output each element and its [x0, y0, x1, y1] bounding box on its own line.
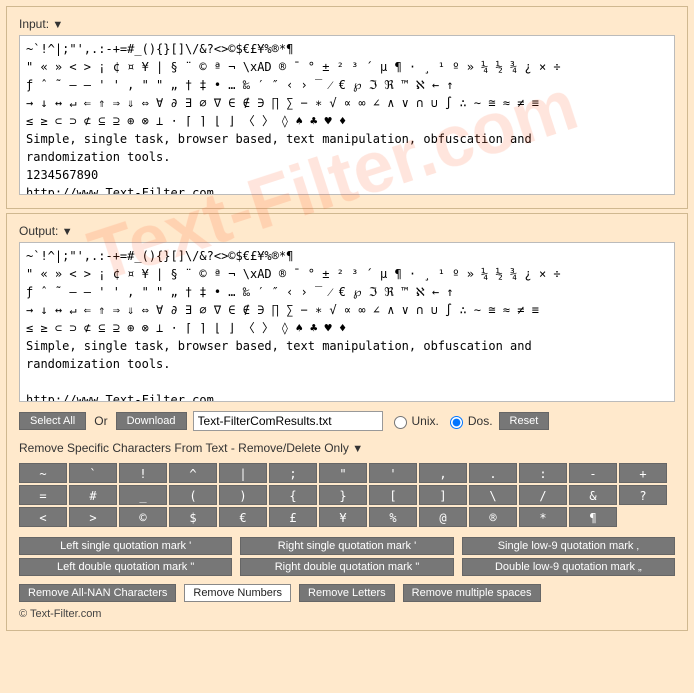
char-button[interactable]: ® [469, 507, 517, 527]
output-textarea[interactable] [19, 242, 675, 402]
char-button[interactable]: ' [369, 463, 417, 483]
footer-copyright: © Text-Filter.com [19, 608, 675, 620]
input-dropdown-icon[interactable]: ▼ [52, 19, 63, 31]
output-panel: Output: ▼ Select All Or Download Unix. D… [6, 213, 688, 631]
dos-radio-label[interactable]: Dos. [445, 413, 493, 429]
char-button[interactable]: | [219, 463, 267, 483]
download-button[interactable]: Download [116, 412, 187, 430]
char-button[interactable]: : [519, 463, 567, 483]
char-button[interactable]: ! [119, 463, 167, 483]
quote-button[interactable]: Left single quotation mark ' [19, 537, 232, 555]
char-button[interactable]: ¥ [319, 507, 367, 527]
filename-input[interactable] [193, 411, 383, 431]
remove-spaces-button[interactable]: Remove multiple spaces [403, 584, 541, 602]
char-button[interactable]: _ [119, 485, 167, 505]
char-button[interactable]: < [19, 507, 67, 527]
char-button[interactable]: = [19, 485, 67, 505]
output-toolbar: Select All Or Download Unix. Dos. Reset [19, 411, 675, 431]
input-panel: Input: ▼ [6, 6, 688, 209]
char-button[interactable]: ¶ [569, 507, 617, 527]
action-row: Remove All-NAN Characters Remove Numbers… [19, 584, 675, 602]
select-all-button[interactable]: Select All [19, 412, 86, 430]
or-text: Or [94, 414, 107, 428]
reset-button[interactable]: Reset [499, 412, 550, 430]
char-button[interactable]: ) [219, 485, 267, 505]
char-button[interactable]: ( [169, 485, 217, 505]
output-label: Output: [19, 224, 58, 238]
quote-row: Left double quotation mark " Right double… [19, 558, 675, 576]
char-button[interactable]: * [519, 507, 567, 527]
char-button-grid: ~`!^|;"',.:-+ =#_(){}[]\/&? <>©$€£¥%@®*¶ [19, 463, 675, 527]
char-button[interactable]: ? [619, 485, 667, 505]
output-dropdown-icon[interactable]: ▼ [62, 226, 73, 238]
char-button[interactable]: + [619, 463, 667, 483]
char-button[interactable]: ^ [169, 463, 217, 483]
char-button[interactable]: ; [269, 463, 317, 483]
quote-row: Left single quotation mark ' Right single… [19, 537, 675, 555]
quote-button[interactable]: Left double quotation mark " [19, 558, 232, 576]
input-label: Input: [19, 17, 49, 31]
quote-button[interactable]: Single low-9 quotation mark ‚ [462, 537, 675, 555]
char-button[interactable]: € [219, 507, 267, 527]
remove-letters-button[interactable]: Remove Letters [299, 584, 395, 602]
char-button[interactable]: \ [469, 485, 517, 505]
char-button[interactable]: % [369, 507, 417, 527]
char-button[interactable]: / [519, 485, 567, 505]
char-button[interactable]: - [569, 463, 617, 483]
char-button[interactable]: © [119, 507, 167, 527]
char-button[interactable]: { [269, 485, 317, 505]
char-button[interactable]: $ [169, 507, 217, 527]
char-button[interactable]: & [569, 485, 617, 505]
char-button[interactable]: # [69, 485, 117, 505]
unix-radio-label[interactable]: Unix. [389, 413, 439, 429]
remove-numbers-button[interactable]: Remove Numbers [184, 584, 291, 602]
char-button[interactable]: ~ [19, 463, 67, 483]
quote-button[interactable]: Right double quotation mark " [240, 558, 453, 576]
char-button[interactable]: . [469, 463, 517, 483]
unix-radio[interactable] [394, 416, 407, 429]
char-button[interactable]: ` [69, 463, 117, 483]
char-button[interactable]: > [69, 507, 117, 527]
char-button[interactable]: , [419, 463, 467, 483]
section-title: Remove Specific Characters From Text - R… [19, 441, 349, 455]
char-button[interactable]: [ [369, 485, 417, 505]
char-button[interactable]: @ [419, 507, 467, 527]
char-button[interactable]: £ [269, 507, 317, 527]
quote-button[interactable]: Double low-9 quotation mark „ [462, 558, 675, 576]
quote-button[interactable]: Right single quotation mark ' [240, 537, 453, 555]
char-button[interactable]: ] [419, 485, 467, 505]
char-button[interactable]: " [319, 463, 367, 483]
char-button[interactable]: } [319, 485, 367, 505]
dos-radio[interactable] [450, 416, 463, 429]
input-textarea[interactable] [19, 35, 675, 195]
section-dropdown-icon[interactable]: ▼ [352, 443, 363, 455]
remove-nan-button[interactable]: Remove All-NAN Characters [19, 584, 176, 602]
